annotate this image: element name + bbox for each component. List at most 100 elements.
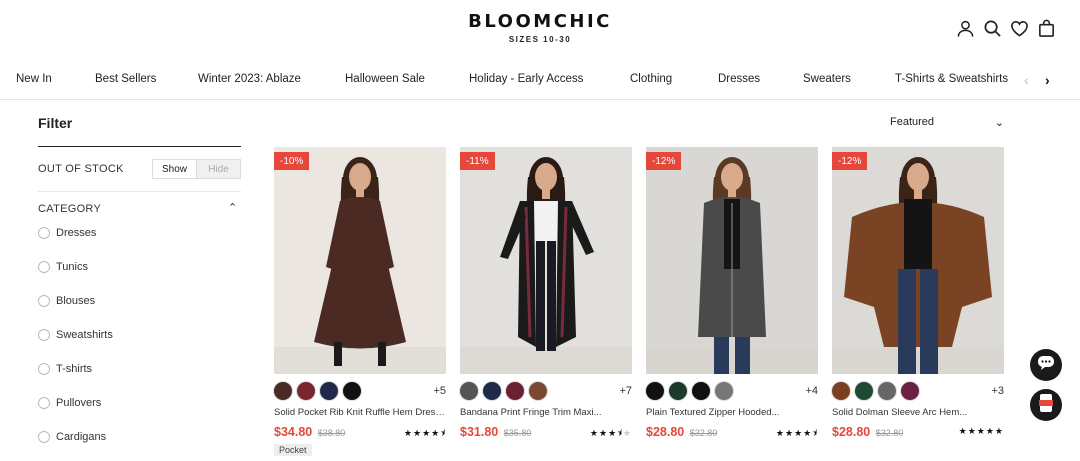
radio-button[interactable] bbox=[38, 295, 50, 307]
model-photo bbox=[274, 147, 446, 374]
more-colors[interactable]: +3 bbox=[991, 385, 1004, 397]
product-name[interactable]: Solid Pocket Rib Knit Ruffle Hem Dress..… bbox=[274, 407, 446, 418]
chat-button[interactable] bbox=[1030, 349, 1062, 381]
product-price: $34.80 $38.80 bbox=[274, 425, 345, 439]
star-icon: ★ bbox=[403, 428, 413, 438]
product-image[interactable] bbox=[274, 147, 446, 374]
bag-icon[interactable] bbox=[1037, 19, 1056, 38]
color-swatch[interactable] bbox=[715, 382, 733, 400]
rating-stars: ★★★★⯨ bbox=[776, 426, 818, 442]
color-swatch[interactable] bbox=[506, 382, 524, 400]
star-icon: ★ bbox=[775, 428, 785, 438]
product-image[interactable] bbox=[646, 147, 818, 374]
site-header: BLOOMCHIC SIZES 10-30 bbox=[0, 0, 1080, 62]
color-swatch[interactable] bbox=[901, 382, 919, 400]
current-price: $28.80 bbox=[646, 425, 685, 439]
star-icon: ★ bbox=[994, 426, 1004, 436]
radio-button[interactable] bbox=[38, 363, 50, 375]
color-swatch[interactable] bbox=[460, 382, 478, 400]
brand-tagline: SIZES 10-30 bbox=[508, 35, 572, 44]
chat-icon bbox=[1037, 355, 1055, 376]
chevron-up-icon[interactable]: ⌃ bbox=[228, 201, 237, 214]
model-photo bbox=[832, 147, 1004, 374]
sort-dropdown[interactable]: Featured ⌄ bbox=[890, 116, 1004, 129]
chevron-right-icon[interactable]: › bbox=[1045, 72, 1050, 88]
color-swatch[interactable] bbox=[878, 382, 896, 400]
color-swatch[interactable] bbox=[274, 382, 292, 400]
account-icon[interactable] bbox=[956, 19, 975, 38]
star-icon: ★ bbox=[784, 428, 795, 438]
color-swatch[interactable] bbox=[692, 382, 710, 400]
show-button[interactable]: Show bbox=[153, 160, 197, 178]
nav-item-holiday-early-access[interactable]: Holiday - Early Access bbox=[469, 73, 583, 85]
category-nav: New In Best Sellers Winter 2023: Ablaze … bbox=[0, 62, 1080, 100]
color-swatch[interactable] bbox=[343, 382, 361, 400]
category-option-label: Dresses bbox=[56, 227, 97, 239]
category-option-blouses[interactable]: Blouses bbox=[38, 295, 95, 307]
original-price: $38.80 bbox=[317, 428, 346, 438]
nav-item-best-sellers[interactable]: Best Sellers bbox=[95, 73, 156, 85]
star-icon: ★ bbox=[412, 428, 423, 438]
radio-button[interactable] bbox=[38, 227, 50, 239]
nav-item-clothing[interactable]: Clothing bbox=[630, 73, 672, 85]
nav-item-new-in[interactable]: New In bbox=[16, 73, 52, 85]
nav-item-halloween-sale[interactable]: Halloween Sale bbox=[345, 73, 425, 85]
product-tag: Pocket bbox=[274, 444, 312, 456]
more-colors[interactable]: +5 bbox=[433, 385, 446, 397]
out-of-stock-label: OUT OF STOCK bbox=[38, 163, 124, 175]
sort-selected: Featured bbox=[890, 116, 935, 128]
original-price: $32.80 bbox=[875, 428, 904, 438]
color-swatch[interactable] bbox=[529, 382, 547, 400]
brand-logo[interactable]: BLOOMCHIC SIZES 10-30 bbox=[0, 11, 1080, 44]
current-price: $28.80 bbox=[832, 425, 871, 439]
coupon-icon bbox=[1037, 393, 1055, 418]
star-icon: ★ bbox=[589, 428, 599, 438]
star-icon: ★ bbox=[422, 428, 432, 438]
product-name[interactable]: Solid Dolman Sleeve Arc Hem... bbox=[832, 407, 1004, 418]
chevron-left-icon[interactable]: ‹ bbox=[1024, 72, 1029, 88]
nav-item-winter-2023[interactable]: Winter 2023: Ablaze bbox=[198, 73, 301, 85]
category-option-sweatshirts[interactable]: Sweatshirts bbox=[38, 329, 113, 341]
category-option-pullovers[interactable]: Pullovers bbox=[38, 397, 101, 409]
star-icon: ★ bbox=[985, 426, 995, 436]
color-swatch[interactable] bbox=[297, 382, 315, 400]
radio-button[interactable] bbox=[38, 397, 50, 409]
category-option-cardigans[interactable]: Cardigans bbox=[38, 431, 106, 443]
category-option-label: T-shirts bbox=[56, 363, 93, 375]
product-price: $28.80 $32.80 bbox=[832, 425, 903, 439]
rating-stars: ★★★⯨★ bbox=[590, 426, 632, 442]
product-name[interactable]: Bandana Print Fringe Trim Maxi... bbox=[460, 407, 632, 418]
chevron-down-icon: ⌄ bbox=[994, 117, 1004, 129]
star-icon: ★ bbox=[622, 428, 632, 438]
radio-button[interactable] bbox=[38, 329, 50, 341]
color-swatch[interactable] bbox=[669, 382, 687, 400]
product-image[interactable] bbox=[832, 147, 1004, 374]
nav-item-dresses[interactable]: Dresses bbox=[718, 73, 760, 85]
rating-stars: ★★★★⯨ bbox=[404, 426, 446, 442]
model-photo bbox=[646, 147, 818, 374]
product-name[interactable]: Plain Textured Zipper Hooded... bbox=[646, 407, 818, 418]
search-icon[interactable] bbox=[983, 19, 1002, 38]
heart-icon[interactable] bbox=[1010, 19, 1029, 38]
radio-button[interactable] bbox=[38, 431, 50, 443]
nav-item-sweaters[interactable]: Sweaters bbox=[803, 73, 851, 85]
star-icon: ⯨ bbox=[440, 428, 446, 438]
color-swatch[interactable] bbox=[320, 382, 338, 400]
nav-item-tshirts-sweatshirts[interactable]: T-Shirts & Sweatshirts bbox=[895, 73, 1008, 85]
color-swatch[interactable] bbox=[855, 382, 873, 400]
hide-button[interactable]: Hide bbox=[197, 160, 240, 178]
color-swatch[interactable] bbox=[483, 382, 501, 400]
radio-button[interactable] bbox=[38, 261, 50, 273]
color-swatch[interactable] bbox=[832, 382, 850, 400]
more-colors[interactable]: +7 bbox=[619, 385, 632, 397]
more-colors[interactable]: +4 bbox=[805, 385, 818, 397]
color-swatch[interactable] bbox=[646, 382, 664, 400]
category-option-tshirts[interactable]: T-shirts bbox=[38, 363, 92, 375]
coupon-button[interactable] bbox=[1030, 389, 1062, 421]
out-of-stock-toggle: Show Hide bbox=[152, 159, 241, 179]
product-image[interactable] bbox=[460, 147, 632, 374]
brand-name[interactable]: BLOOMCHIC bbox=[0, 11, 1080, 32]
category-option-dresses[interactable]: Dresses bbox=[38, 227, 96, 239]
category-option-tunics[interactable]: Tunics bbox=[38, 261, 88, 273]
category-option-label: Cardigans bbox=[56, 431, 107, 443]
